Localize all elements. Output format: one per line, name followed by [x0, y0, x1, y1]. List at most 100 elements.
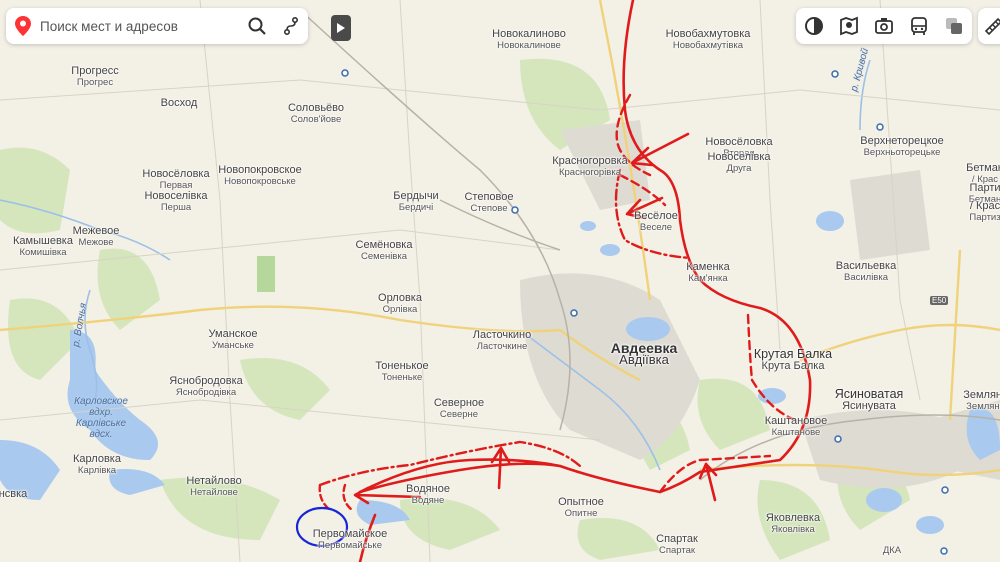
settlement-label-novokalinovo[interactable]: Новокалиново Новокалинове: [492, 28, 566, 52]
settlement-label-novoselovka2b[interactable]: Новоселівка Друга: [707, 151, 770, 175]
settlement-name-secondary: Прогрес: [76, 77, 114, 88]
settlement-label-novoselovka1b[interactable]: Новоселівка Перша: [144, 190, 207, 214]
settlement-label-semenovka[interactable]: Семёновка Семенівка: [356, 239, 413, 263]
collapse-panel-button[interactable]: [331, 15, 351, 41]
settlement-label-progress[interactable]: Прогресс Прогрес: [71, 65, 118, 89]
settlement-label-pervomayskoe[interactable]: Первомайское Первомайське: [313, 528, 387, 552]
settlement-label-tonenkoe[interactable]: Тоненькое Тоненьке: [375, 360, 428, 384]
settlement-label-lastochkino[interactable]: Ласточкино Ласточкине: [473, 329, 532, 353]
settlement-name-secondary: Кам'янка: [688, 273, 728, 284]
settlement-name-secondary: Новопокровське: [224, 176, 296, 187]
settlement-label-karlovka[interactable]: Карловка Карлівка: [73, 453, 121, 477]
camera-icon[interactable]: [870, 12, 898, 40]
settlement-name-secondary: ДКА: [882, 545, 902, 556]
settlement-label-kashtanovoe[interactable]: Каштановое Каштанове: [765, 415, 828, 439]
map-toolbar: [796, 8, 972, 44]
search-icon[interactable]: [240, 17, 274, 35]
settlement-label-verkhnetoretskoe[interactable]: Верхнеторецкое Верхньоторецьке: [860, 135, 944, 159]
transport-icon[interactable]: [905, 12, 933, 40]
settlement-name-secondary: Друга: [726, 163, 752, 174]
settlement-label-novopokrovskoe[interactable]: Новопокровское Новопокровське: [218, 164, 301, 188]
route-icon[interactable]: [274, 16, 308, 36]
settlement-name-secondary: Ясинувата: [842, 400, 896, 412]
settlement-name-primary: Семёновка: [355, 239, 413, 251]
settlement-name-secondary: Бердичі: [398, 202, 434, 213]
settlement-label-yakovlevka[interactable]: Яковлевка Яковлівка: [766, 512, 820, 536]
settlement-name-secondary: Верхньоторецьке: [863, 147, 941, 158]
panorama-icon[interactable]: [835, 12, 863, 40]
ruler-icon: [984, 17, 1000, 35]
settlement-label-yasinovataya[interactable]: Ясиноватая Ясинувата: [835, 388, 904, 412]
settlement-name-primary: Каштановое: [764, 415, 828, 427]
settlement-label-netaylovo[interactable]: Нетайлово Нетайлове: [186, 475, 241, 499]
search-input[interactable]: Поиск мест и адресов: [40, 19, 240, 34]
settlement-name-primary: Яковлевка: [765, 512, 821, 524]
settlement-name-secondary: Северне: [439, 409, 479, 420]
traffic-icon[interactable]: [940, 12, 968, 40]
settlement-name-primary: Тоненькое: [375, 360, 429, 372]
layers-icon[interactable]: [800, 12, 828, 40]
settlement-label-novobakhmutovka[interactable]: Новобахмутовка Новобахмутівка: [666, 28, 751, 52]
settlement-label-severnoe[interactable]: Северное Северне: [434, 397, 484, 421]
settlement-name-secondary: Перша: [160, 202, 192, 213]
settlement-name-secondary: Спартак: [658, 545, 696, 556]
settlement-name-primary: Верхнеторецкое: [860, 135, 944, 147]
settlement-name-primary: Новосёловка: [142, 168, 210, 180]
settlement-label-orlovka[interactable]: Орловка Орлівка: [378, 292, 422, 316]
settlement-name-secondary: Яковлівка: [771, 524, 815, 535]
settlement-name-primary: Каменка: [686, 261, 730, 273]
settlement-label-betmanovo3[interactable]: / Крас Партиз: [969, 200, 1000, 224]
settlement-name-secondary: Уманське: [212, 340, 254, 351]
settlement-name-primary: Красногоровка: [552, 155, 628, 167]
ruler-button[interactable]: [978, 8, 1000, 44]
reservoir-type-ua: вдсх.: [89, 429, 113, 440]
settlement-label-solovyovo[interactable]: Соловьёво Солов'йове: [288, 102, 344, 126]
settlement-label-kamenka[interactable]: Каменка Кам'янка: [686, 261, 729, 285]
settlement-label-kamyshevka[interactable]: Камышевка Комишівка: [13, 235, 73, 259]
reservoir-type-ru: вдхр.: [89, 407, 113, 418]
settlement-name-primary: / Крас: [969, 200, 1000, 212]
settlement-label-novka[interactable]: нсвка: [0, 488, 27, 500]
settlement-name-secondary: Новобахмутівка: [672, 40, 744, 51]
settlement-name-secondary: Солов'йове: [290, 114, 342, 125]
settlement-label-umanskoe[interactable]: Уманское Уманське: [209, 328, 258, 352]
settlement-label-krutaya_balka[interactable]: Крутая Балка Крута Балка: [754, 348, 832, 372]
settlement-name-secondary: Степове: [470, 203, 508, 214]
settlement-name-primary: Спартак: [656, 533, 698, 545]
settlement-name-primary: Первомайское: [312, 528, 388, 540]
settlement-label-vasilyevka[interactable]: Васильевка Василівка: [836, 260, 896, 284]
field-patch: [257, 256, 275, 292]
settlement-name-primary: Опытное: [558, 496, 604, 508]
settlement-name-secondary: Партиз: [969, 212, 1000, 223]
settlement-label-yasnobrodovka[interactable]: Яснобродовка Яснобродівка: [169, 375, 242, 399]
settlement-name-primary: Новобахмутовка: [665, 28, 751, 40]
settlement-name-secondary: Нетайлове: [190, 487, 238, 498]
settlement-label-voskhod[interactable]: Восход: [161, 97, 198, 109]
settlement-name-primary: Соловьёво: [287, 102, 345, 114]
map-pin-icon: [6, 16, 40, 36]
settlement-name-primary: Парти: [969, 182, 1000, 194]
reservoir-name-ru: Карловское: [74, 396, 128, 407]
settlement-label-mezhevoe[interactable]: Межевое Межове: [73, 225, 120, 249]
settlement-label-stepovoe[interactable]: Степовое Степове: [464, 191, 513, 215]
settlement-label-vodyanoe[interactable]: Водяное Водяне: [406, 483, 450, 507]
settlement-name-secondary: Новокалинове: [497, 40, 561, 51]
settlement-name-primary: Орловка: [378, 292, 422, 304]
settlement-name-primary: Нетайлово: [186, 475, 242, 487]
search-bar[interactable]: Поиск мест и адресов: [6, 8, 308, 44]
settlement-label-dka[interactable]: ДКА: [883, 545, 901, 557]
settlement-label-berdychi[interactable]: Бердычи Бердичі: [393, 190, 438, 214]
settlement-name-primary: Карловка: [73, 453, 121, 465]
settlement-label-avdeevka[interactable]: Авдеевка Авдіївка: [611, 341, 678, 366]
settlement-label-spartak[interactable]: Спартак Спартак: [656, 533, 698, 557]
settlement-label-opytnoe[interactable]: Опытное Опитне: [558, 496, 604, 520]
settlement-name-primary: Уманское: [208, 328, 258, 340]
settlement-name-secondary: Василівка: [843, 272, 889, 283]
settlement-label-novoselovka1[interactable]: Новосёловка Первая: [142, 168, 209, 192]
settlement-label-veseloe[interactable]: Весёлое Веселе: [634, 210, 678, 234]
settlement-name-primary: Новокалиново: [492, 28, 566, 40]
settlement-label-krasnogorovka[interactable]: Красногоровка Красногорівка: [552, 155, 627, 179]
settlement-label-zemlyanki[interactable]: ЗемлянкЗемлянк: [963, 389, 1000, 413]
settlement-name-secondary: Землянк: [966, 401, 1000, 412]
settlement-name-secondary: Орлівка: [382, 304, 418, 315]
